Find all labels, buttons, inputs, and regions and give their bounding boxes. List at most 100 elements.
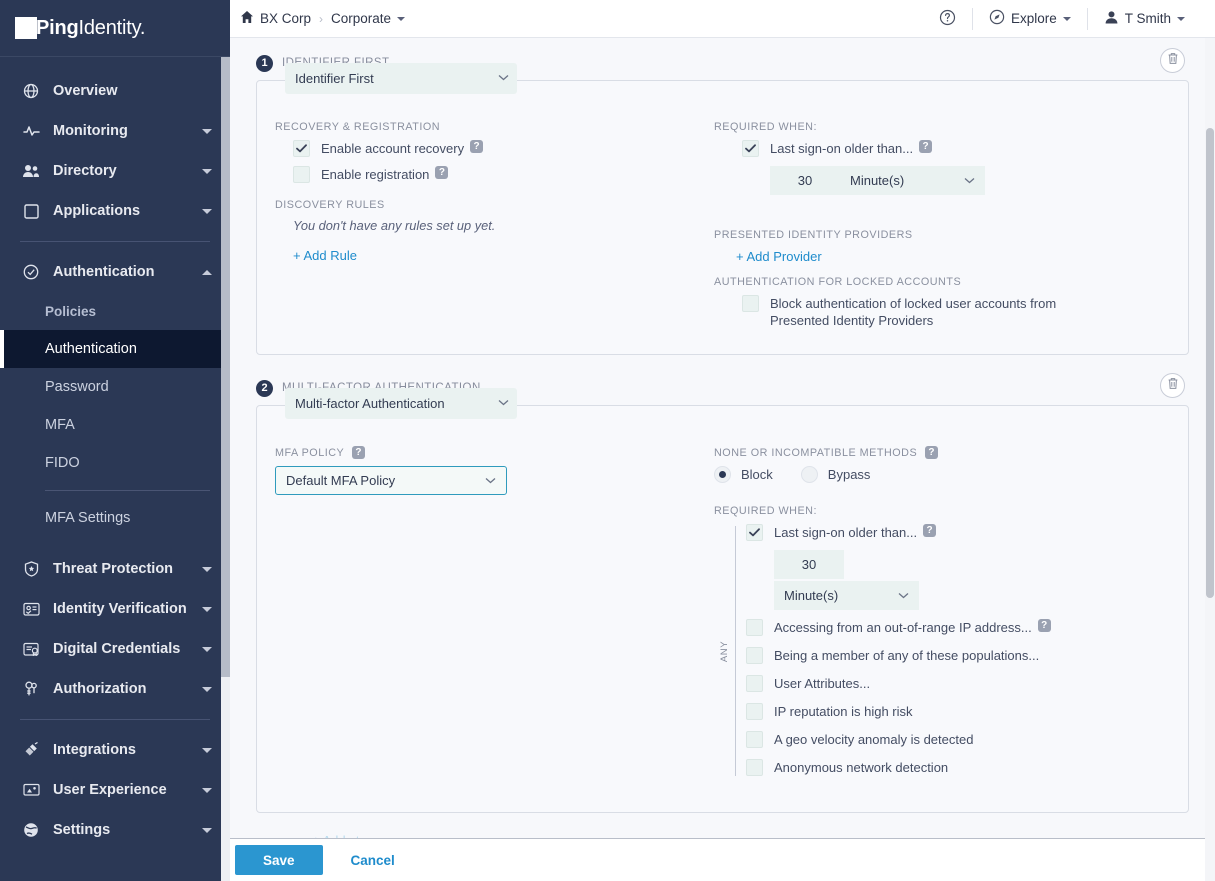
ping-identity-logo[interactable]: PingIdentity. [15,17,145,39]
sidebar-item-mfa[interactable]: MFA [0,406,230,444]
chevron-down-icon[interactable] [202,827,212,833]
app-root: PingIdentity. Overview Monitoring Direct… [0,0,1215,881]
anonymous-network-checkbox[interactable] [746,759,763,776]
help-icon[interactable]: ? [1037,619,1051,632]
duration-unit-select[interactable]: Minute(s) [774,581,919,610]
chevron-down-icon[interactable] [1177,16,1185,21]
mfa-policy-select[interactable]: Default MFA Policy [275,466,507,495]
help-icon[interactable]: ? [470,140,484,153]
sidebar-item-threat-protection[interactable]: Threat Protection [0,549,230,589]
sidebar-item-user-experience[interactable]: User Experience [0,770,230,810]
checkbox-row: A geo velocity anomaly is detected [746,731,1170,748]
breadcrumb-environment[interactable]: Corporate [331,11,406,26]
chevron-down-icon[interactable] [397,16,406,21]
delete-step-button[interactable] [1160,48,1185,73]
sidebar-divider [20,241,210,242]
chevron-down-icon[interactable] [202,208,212,214]
breadcrumb-separator: › [319,11,324,26]
help-button[interactable] [923,0,972,37]
chevron-down-icon[interactable] [202,686,212,692]
save-button[interactable]: Save [235,845,323,875]
ip-reputation-checkbox[interactable] [746,703,763,720]
last-signon-checkbox[interactable] [746,524,763,541]
duration-value-input[interactable]: 30 [774,550,844,579]
globe-icon [20,81,42,101]
block-locked-accounts-checkbox[interactable] [742,295,759,312]
bypass-radio[interactable] [800,466,818,483]
main-scrollbar-thumb[interactable] [1206,128,1214,598]
duration-value-input[interactable]: 30 [770,166,840,195]
chevron-down-icon [485,477,496,484]
sidebar-item-authentication-sub[interactable]: Authentication [0,330,230,368]
keys-icon [20,679,42,699]
topbar-right: Explore T Smith [923,0,1201,37]
sidebar-item-password[interactable]: Password [0,368,230,406]
step1-left-column: RECOVERY & REGISTRATION Enable account r… [257,121,712,338]
checkbox-row: User Attributes... [746,675,1170,692]
sidebar-nav: Overview Monitoring Directory Applicatio… [0,57,230,881]
add-provider-link[interactable]: + Add Provider [736,249,822,264]
chevron-down-icon[interactable] [202,128,212,134]
sidebar-item-authorization[interactable]: Authorization [0,669,230,709]
sidebar-item-settings[interactable]: Settings [0,810,230,850]
sidebar-item-directory[interactable]: Directory [0,151,230,191]
user-menu[interactable]: T Smith [1088,0,1201,37]
step-type-select[interactable]: Multi-factor Authentication [285,388,517,419]
sidebar-scrollbar[interactable] [221,57,230,881]
add-provider-label: Add Provider [746,249,822,264]
sidebar-item-monitoring[interactable]: Monitoring [0,111,230,151]
geo-velocity-checkbox[interactable] [746,731,763,748]
chevron-down-icon[interactable] [202,747,212,753]
chevron-down-icon [964,177,975,184]
cancel-button[interactable]: Cancel [351,853,395,868]
enable-registration-checkbox[interactable] [293,166,310,183]
help-icon[interactable]: ? [352,446,366,459]
sidebar-item-integrations[interactable]: Integrations [0,730,230,770]
sidebar-item-identity-verification[interactable]: Identity Verification [0,589,230,629]
checkbox-row: Block authentication of locked user acco… [742,295,1112,329]
add-rule-link[interactable]: + Add Rule [293,248,357,263]
last-signon-checkbox[interactable] [742,140,759,157]
sidebar-item-authentication[interactable]: Authentication [0,252,230,292]
chevron-down-icon[interactable] [202,606,212,612]
sidebar-item-policies[interactable]: Policies [0,292,230,330]
checkbox-label: Block authentication of locked user acco… [770,296,1057,328]
chevron-down-icon[interactable] [202,646,212,652]
help-icon[interactable]: ? [925,446,939,459]
enable-account-recovery-checkbox[interactable] [293,140,310,157]
checkbox-row: Being a member of any of these populatio… [746,647,1170,664]
sidebar-item-fido[interactable]: FIDO [0,444,230,482]
chevron-down-icon[interactable] [1062,16,1071,21]
population-member-checkbox[interactable] [746,647,763,664]
step-type-select[interactable]: Identifier First [285,63,517,94]
help-icon[interactable]: ? [435,166,449,179]
user-attributes-checkbox[interactable] [746,675,763,692]
delete-step-button[interactable] [1160,373,1185,398]
duration-unit-select[interactable]: Minute(s) [840,166,985,195]
checkbox-label: Last sign-on older than... [774,525,918,540]
explore-menu[interactable]: Explore [973,0,1087,37]
chevron-up-icon[interactable] [202,269,212,275]
help-icon[interactable]: ? [919,140,933,153]
sidebar-item-label: Settings [53,822,111,838]
chevron-down-icon[interactable] [202,787,212,793]
sidebar-item-overview[interactable]: Overview [0,71,230,111]
id-card-icon [20,599,42,619]
sidebar-scrollbar-thumb[interactable] [221,57,230,677]
step1-right-column: REQUIRED WHEN: Last sign-on older than..… [712,121,1188,338]
out-of-range-ip-checkbox[interactable] [746,619,763,636]
main-scrollbar[interactable] [1205,38,1215,881]
breadcrumb-org[interactable]: BX Corp [240,10,311,27]
chevron-down-icon[interactable] [202,566,212,572]
help-icon[interactable]: ? [923,524,937,537]
step-type-value: Multi-factor Authentication [295,396,445,411]
chevron-down-icon[interactable] [202,168,212,174]
any-label: ANY [716,640,734,662]
sidebar-item-digital-credentials[interactable]: Digital Credentials [0,629,230,669]
block-radio[interactable] [714,466,731,483]
mfa-policy-label: MFA POLICY [275,446,345,459]
sidebar-item-mfa-settings[interactable]: MFA Settings [0,499,230,537]
mfa-policy-label-row: MFA POLICY ? [275,446,712,459]
sidebar-item-applications[interactable]: Applications [0,191,230,231]
any-items: Last sign-on older than... ? 30 Minute(s… [736,524,1170,778]
